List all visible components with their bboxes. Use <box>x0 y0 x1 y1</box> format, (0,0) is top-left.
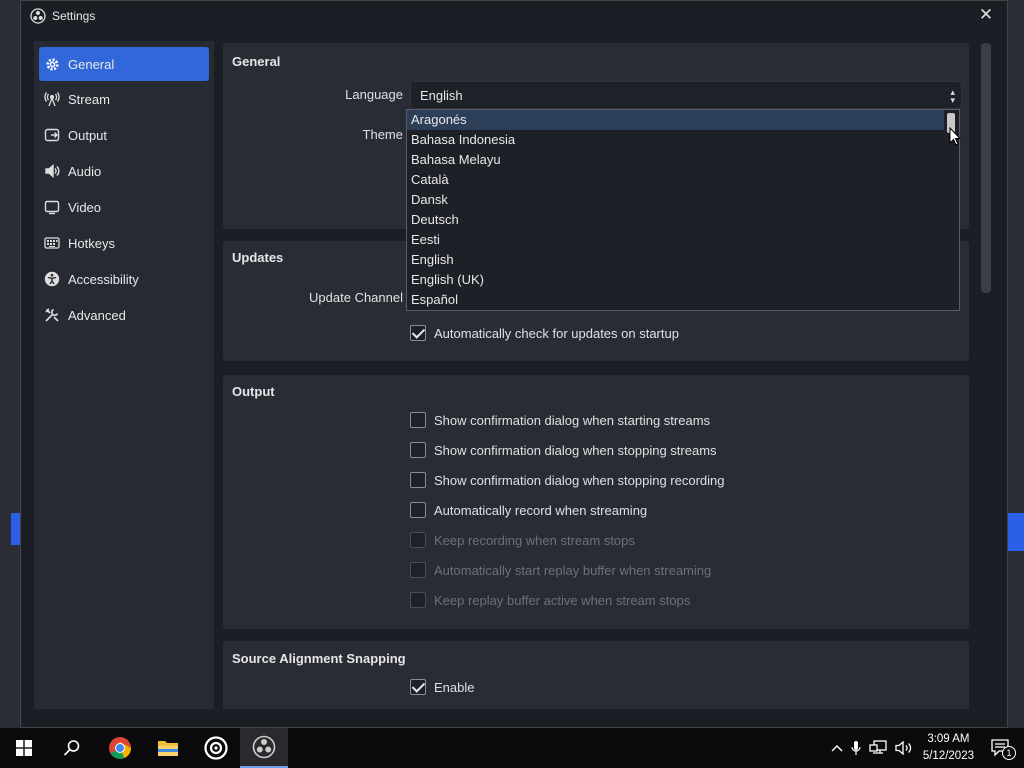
notification-count: 1 <box>1002 746 1016 760</box>
search-icon[interactable] <box>48 728 96 768</box>
confirm-stop-stream-checkbox[interactable]: Show confirmation dialog when stopping s… <box>410 440 717 460</box>
wrench-icon <box>44 307 60 323</box>
keep-recording-checkbox: Keep recording when stream stops <box>410 530 635 550</box>
sidebar-item-output[interactable]: Output <box>34 117 214 153</box>
chevron-up-icon[interactable] <box>831 743 843 753</box>
theme-label: Theme <box>362 127 403 142</box>
sidebar-item-stream[interactable]: Stream <box>34 81 214 117</box>
clock-time: 3:09 AM <box>927 733 970 745</box>
settings-sidebar: General Stream Output Audio Video Hotkey… <box>34 41 214 709</box>
checkbox[interactable] <box>410 502 426 518</box>
checkbox-label: Enable <box>434 679 475 695</box>
notification-icon[interactable]: 1 <box>990 738 1016 760</box>
sidebar-item-general[interactable]: General <box>39 47 209 81</box>
checkbox-label: Show confirmation dialog when stopping s… <box>434 442 717 458</box>
background-window-edge-left <box>0 0 22 728</box>
confirm-start-stream-checkbox[interactable]: Show confirmation dialog when starting s… <box>410 410 710 430</box>
language-option[interactable]: Dansk <box>407 190 944 210</box>
checkbox-label: Show confirmation dialog when stopping r… <box>434 472 725 488</box>
keep-replay-buffer-checkbox: Keep replay buffer active when stream st… <box>410 590 690 610</box>
gear-icon <box>44 56 60 72</box>
mouse-cursor-icon <box>949 127 961 146</box>
language-option[interactable]: Aragonés <box>407 110 944 130</box>
snapping-group: Source Alignment Snapping Enable <box>223 641 969 709</box>
language-select[interactable]: English ▴ ▾ <box>410 81 962 109</box>
checkbox-label: Keep recording when stream stops <box>434 532 635 548</box>
language-option[interactable]: Eesti <box>407 230 944 250</box>
speaker-icon <box>44 163 60 179</box>
sidebar-item-label: Audio <box>68 163 102 179</box>
file-explorer-icon[interactable] <box>144 728 192 768</box>
content-scrollbar[interactable] <box>981 43 991 293</box>
antenna-icon <box>44 91 60 107</box>
checkbox-label: Automatically check for updates on start… <box>434 325 679 341</box>
checkbox-label: Keep replay buffer active when stream st… <box>434 592 691 608</box>
output-group: Output Show confirmation dialog when sta… <box>223 375 969 629</box>
checkbox[interactable] <box>410 472 426 488</box>
clock-date: 5/12/2023 <box>922 750 974 762</box>
monitor-icon <box>44 199 60 215</box>
group-heading: Source Alignment Snapping <box>232 651 406 666</box>
window-title: Settings <box>52 9 96 23</box>
checkbox[interactable] <box>410 412 426 428</box>
group-heading: General <box>232 54 281 69</box>
update-channel-label: Update Channel <box>309 290 403 305</box>
checkbox[interactable] <box>410 442 426 458</box>
sidebar-item-label: Video <box>68 199 102 215</box>
sidebar-item-label: Accessibility <box>68 271 139 287</box>
sidebar-item-accessibility[interactable]: Accessibility <box>34 261 214 297</box>
language-dropdown-list[interactable]: Aragonés Bahasa Indonesia Bahasa Melayu … <box>406 109 960 311</box>
chevron-updown-icon: ▴ ▾ <box>950 87 955 105</box>
auto-replay-buffer-checkbox: Automatically start replay buffer when s… <box>410 560 711 580</box>
checkbox-label: Automatically record when streaming <box>434 502 648 518</box>
language-option[interactable]: Deutsch <box>407 210 944 230</box>
system-tray: 3:09 AM 5/12/2023 1 <box>827 728 1024 768</box>
group-heading: Updates <box>232 250 284 265</box>
chrome-icon[interactable] <box>96 728 144 768</box>
auto-update-checkbox[interactable]: Automatically check for updates on start… <box>410 323 679 343</box>
sidebar-item-label: Output <box>68 127 108 143</box>
network-icon[interactable] <box>869 740 887 756</box>
volume-icon[interactable] <box>895 740 913 756</box>
language-value: English <box>420 87 463 103</box>
taskbar: 3:09 AM 5/12/2023 1 <box>0 728 1024 768</box>
title-bar: Settings ✕ <box>21 1 1007 31</box>
keyboard-icon <box>44 235 60 251</box>
sidebar-item-advanced[interactable]: Advanced <box>34 297 214 333</box>
checkbox-label: Show confirmation dialog when starting s… <box>434 412 711 428</box>
windows-start-icon[interactable] <box>0 728 48 768</box>
checkbox <box>410 562 426 578</box>
obs-icon[interactable] <box>192 728 240 768</box>
language-option[interactable]: Català <box>407 170 944 190</box>
accessibility-icon <box>44 271 60 287</box>
sidebar-item-label: General <box>68 56 115 72</box>
language-option[interactable]: English (UK) <box>407 270 944 290</box>
checkbox <box>410 592 426 608</box>
close-button[interactable]: ✕ <box>977 6 995 24</box>
confirm-stop-recording-checkbox[interactable]: Show confirmation dialog when stopping r… <box>410 470 725 490</box>
output-icon <box>44 127 60 143</box>
checkbox-label: Automatically start replay buffer when s… <box>434 562 712 578</box>
microphone-icon[interactable] <box>851 740 861 756</box>
obs-icon <box>30 8 46 24</box>
sidebar-item-audio[interactable]: Audio <box>34 153 214 189</box>
sidebar-item-label: Hotkeys <box>68 235 115 251</box>
language-option[interactable]: Bahasa Indonesia <box>407 130 944 150</box>
language-option[interactable]: Español <box>407 290 944 310</box>
sidebar-item-label: Advanced <box>68 307 126 323</box>
sidebar-item-video[interactable]: Video <box>34 189 214 225</box>
obs-icon[interactable] <box>240 728 288 768</box>
checkbox <box>410 532 426 548</box>
checkbox[interactable] <box>410 679 426 695</box>
group-heading: Output <box>232 384 275 399</box>
snapping-enable-checkbox[interactable]: Enable <box>410 677 474 697</box>
language-option[interactable]: Bahasa Melayu <box>407 150 944 170</box>
language-option[interactable]: English <box>407 250 944 270</box>
sidebar-item-hotkeys[interactable]: Hotkeys <box>34 225 214 261</box>
checkbox[interactable] <box>410 325 426 341</box>
sidebar-item-label: Stream <box>68 91 110 107</box>
language-label: Language <box>345 87 403 102</box>
auto-record-checkbox[interactable]: Automatically record when streaming <box>410 500 647 520</box>
clock[interactable]: 3:09 AM 5/12/2023 <box>923 731 974 765</box>
